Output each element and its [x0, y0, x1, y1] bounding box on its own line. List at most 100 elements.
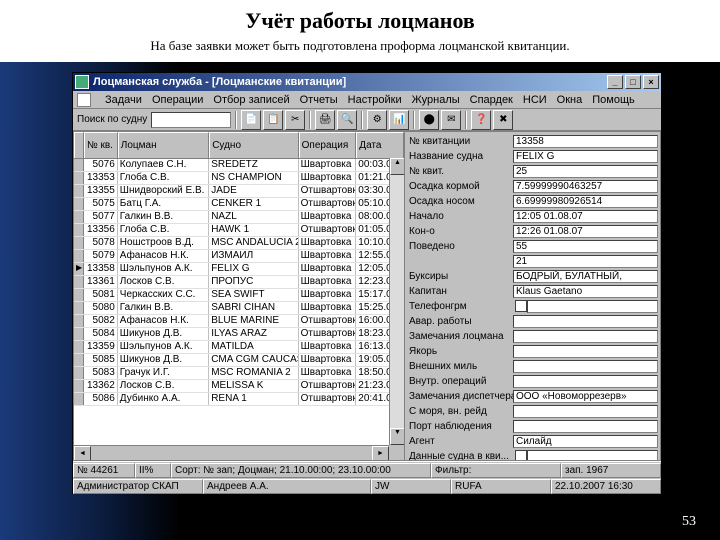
table-row[interactable]: 5082Афанасов Н.К.BLUE MARINEОтшвартовк16… [74, 315, 404, 328]
detail-value[interactable]: 25 [513, 165, 658, 178]
detail-value[interactable]: Силайд [513, 435, 658, 448]
detail-value[interactable] [527, 450, 658, 462]
tool-btn-5[interactable]: 🔍 [337, 110, 357, 130]
detail-value[interactable]: 21 [513, 255, 658, 268]
detail-value[interactable]: 13358 [513, 135, 658, 148]
col-operation[interactable]: Операция [299, 132, 357, 158]
table-row[interactable]: 5075Батц Г.А.CENKER 1Отшвартовк05:10.01 [74, 198, 404, 211]
row-selector[interactable] [74, 354, 84, 366]
table-row[interactable]: ▶13358Шэльпунов А.К.FELIX GШвартовка12:0… [74, 263, 404, 276]
col-pilot[interactable]: Лоцман [118, 132, 209, 158]
data-grid[interactable]: № кв. Лоцман Судно Операция Дата 5076Кол… [73, 131, 405, 461]
row-selector[interactable] [74, 276, 84, 288]
grid-scroll-horizontal[interactable] [74, 445, 389, 460]
detail-value[interactable]: БОДРЫЙ, БУЛАТНЫЙ, [513, 270, 658, 283]
table-row[interactable]: 5077Галкин В.В.NAZLШвартовка08:00.01 [74, 211, 404, 224]
table-row[interactable]: 13355Шнидворский Е.В.JADEОтшвартовк03:30… [74, 185, 404, 198]
table-row[interactable]: 5085Шикунов Д.В.CMA CGM CAUCASEШвартовка… [74, 354, 404, 367]
row-selector[interactable] [74, 211, 84, 223]
tool-btn-10[interactable]: ❓ [471, 110, 491, 130]
table-row[interactable]: 5080Галкин В.В.SABRI CIHANШвартовка15:25… [74, 302, 404, 315]
detail-value[interactable] [513, 375, 658, 388]
row-selector[interactable] [74, 250, 84, 262]
tool-btn-6[interactable]: ⚙ [367, 110, 387, 130]
menu-windows[interactable]: Окна [557, 94, 583, 106]
row-selector[interactable] [74, 302, 84, 314]
tool-btn-11[interactable]: ✖ [493, 110, 513, 130]
detail-value[interactable]: 6.69999980926514 [513, 195, 658, 208]
detail-value[interactable] [527, 300, 658, 313]
table-row[interactable]: 5084Шикунов Д.В.ILYAS ARAZОтшвартовк18:2… [74, 328, 404, 341]
table-row[interactable]: 13362Лосков С.В.MELISSA KОтшвартовк21:23… [74, 380, 404, 393]
status-admin: Администратор СКАП [73, 479, 203, 494]
row-selector[interactable] [74, 172, 84, 184]
menu-reports[interactable]: Отчеты [300, 94, 338, 106]
detail-value[interactable] [513, 345, 658, 358]
tool-btn-3[interactable]: ✂ [285, 110, 305, 130]
search-input[interactable] [151, 112, 231, 128]
table-row[interactable]: 13353Глоба С.В.NS CHAMPIONШвартовка01:21… [74, 172, 404, 185]
detail-value[interactable] [513, 405, 658, 418]
detail-checkbox[interactable] [515, 300, 527, 312]
table-row[interactable]: 5086Дубинко А.А.RENA 1Отшвартовк20:41.01 [74, 393, 404, 406]
row-selector[interactable] [74, 328, 84, 340]
row-selector[interactable] [74, 341, 84, 353]
close-button[interactable]: × [643, 75, 659, 89]
col-id[interactable]: № кв. [84, 132, 118, 158]
detail-value[interactable]: 12:26 01.08.07 [513, 225, 658, 238]
detail-value[interactable]: Klaus Gaetano [513, 285, 658, 298]
table-row[interactable]: 13356Глоба С.В.HAWK 1Отшвартовк01:05.01 [74, 224, 404, 237]
menu-journals[interactable]: Журналы [412, 94, 460, 106]
status-filter: Фильтр: [431, 463, 561, 478]
detail-value[interactable]: FELIX G [513, 150, 658, 163]
detail-value[interactable]: 55 [513, 240, 658, 253]
detail-value[interactable] [513, 330, 658, 343]
detail-checkbox[interactable] [515, 450, 527, 461]
row-selector[interactable] [74, 393, 84, 405]
menu-settings[interactable]: Настройки [348, 94, 402, 106]
row-selector[interactable] [74, 315, 84, 327]
table-row[interactable]: 5079Афанасов Н.К.ИЗМАИЛШвартовка12:55.01 [74, 250, 404, 263]
tool-btn-7[interactable]: 📊 [389, 110, 409, 130]
detail-value[interactable] [513, 420, 658, 433]
detail-value[interactable]: 7.59999990463257 [513, 180, 658, 193]
minimize-button[interactable]: _ [607, 75, 623, 89]
row-selector[interactable] [74, 367, 84, 379]
row-selector[interactable] [74, 198, 84, 210]
table-row[interactable]: 5081Черкасских С.С.SEA SWIFTШвартовка15:… [74, 289, 404, 302]
col-ship[interactable]: Судно [209, 132, 298, 158]
row-selector[interactable] [74, 185, 84, 197]
menu-filter[interactable]: Отбор записей [213, 94, 289, 106]
table-row[interactable]: 5076Колупаев С.Н.SREDETZШвартовка00:03.0… [74, 159, 404, 172]
col-date[interactable]: Дата [356, 132, 404, 158]
menu-nsi[interactable]: НСИ [523, 94, 547, 106]
table-row[interactable]: 13361Лосков С.В.ПРОПУСШвартовка12:23.01 [74, 276, 404, 289]
detail-value[interactable] [513, 315, 658, 328]
row-selector[interactable] [74, 159, 84, 171]
table-row[interactable]: 5083Грачук И.Г.MSC ROMANIA 2Швартовка18:… [74, 367, 404, 380]
tool-btn-9[interactable]: ✉ [441, 110, 461, 130]
cell-ship: FELIX G [209, 263, 298, 275]
detail-value[interactable]: 12:05 01.08.07 [513, 210, 658, 223]
detail-value[interactable]: ООО «Новоморрезерв» [513, 390, 658, 403]
row-selector[interactable] [74, 289, 84, 301]
tool-btn-1[interactable]: 📄 [241, 110, 261, 130]
menu-spardek[interactable]: Спардек [470, 94, 513, 106]
col-selector[interactable] [74, 132, 84, 158]
table-row[interactable]: 5078Ношстроов В.Д.MSC ANDALUCIA 2Швартов… [74, 237, 404, 250]
cell-pilot: Лосков С.В. [118, 276, 209, 288]
tool-btn-4[interactable]: 🖨 [315, 110, 335, 130]
tool-btn-2[interactable]: 📋 [263, 110, 283, 130]
row-selector[interactable]: ▶ [74, 263, 84, 275]
row-selector[interactable] [74, 224, 84, 236]
tool-btn-8[interactable]: ⬤ [419, 110, 439, 130]
grid-scroll-vertical[interactable] [389, 158, 404, 445]
row-selector[interactable] [74, 380, 84, 392]
menu-tasks[interactable]: Задачи [105, 94, 142, 106]
menu-help[interactable]: Помощь [592, 94, 635, 106]
maximize-button[interactable]: □ [625, 75, 641, 89]
row-selector[interactable] [74, 237, 84, 249]
menu-operations[interactable]: Операции [152, 94, 203, 106]
detail-value[interactable] [513, 360, 658, 373]
table-row[interactable]: 13359Шэльпунов А.К.MATILDAШвартовка16:13… [74, 341, 404, 354]
